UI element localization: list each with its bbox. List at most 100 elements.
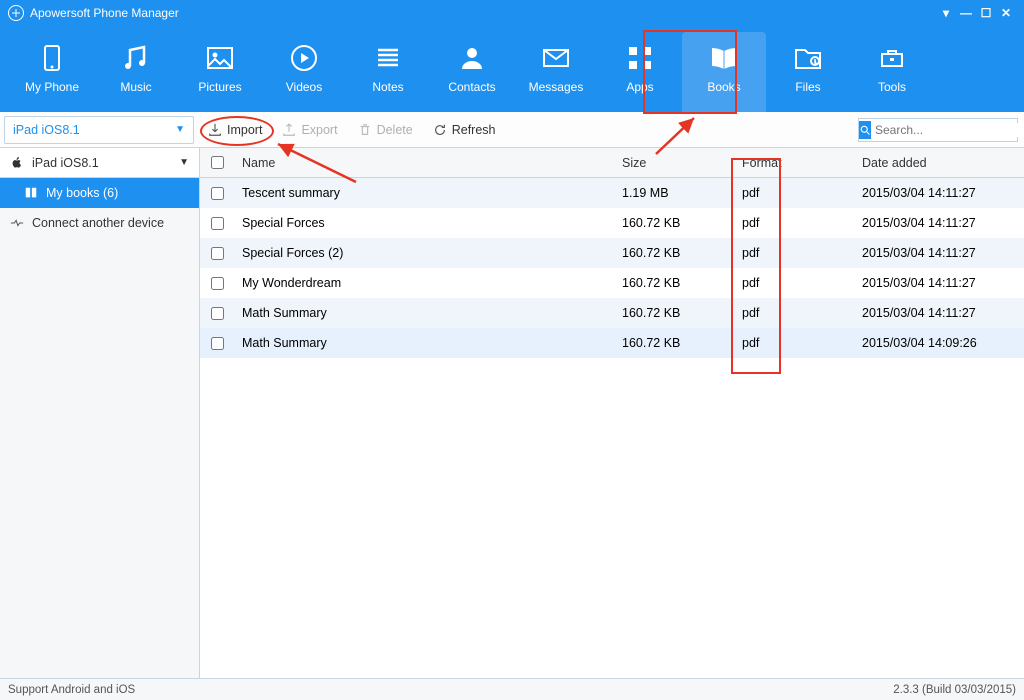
cell-size: 160.72 KB <box>614 336 734 350</box>
nav-myphone[interactable]: My Phone <box>10 32 94 112</box>
chevron-down-icon: ▼ <box>179 157 189 168</box>
sidebar-mybooks-label: My books (6) <box>46 186 118 200</box>
delete-label: Delete <box>377 123 413 137</box>
sidebar-device-header[interactable]: iPad iOS8.1 ▼ <box>0 148 199 178</box>
nav-files-label: Files <box>795 80 820 94</box>
cell-date: 2015/03/04 14:11:27 <box>854 306 1024 320</box>
import-icon <box>208 123 222 137</box>
status-bar: Support Android and iOS 2.3.3 (Build 03/… <box>0 678 1024 700</box>
col-date[interactable]: Date added <box>854 156 1024 170</box>
nav-pictures-label: Pictures <box>198 80 241 94</box>
nav-messages[interactable]: Messages <box>514 32 598 112</box>
refresh-label: Refresh <box>452 123 496 137</box>
app-icon <box>8 5 24 21</box>
table-row[interactable]: Tescent summary1.19 MBpdf2015/03/04 14:1… <box>200 178 1024 208</box>
nav-videos[interactable]: Videos <box>262 32 346 112</box>
connect-icon <box>10 216 24 230</box>
nav-contacts-label: Contacts <box>448 80 495 94</box>
col-name[interactable]: Name <box>234 156 614 170</box>
cell-size: 160.72 KB <box>614 216 734 230</box>
nav-music-label: Music <box>120 80 151 94</box>
messages-icon <box>540 42 572 74</box>
cell-format: pdf <box>734 336 854 350</box>
nav-books[interactable]: Books <box>682 32 766 112</box>
device-select-value: iPad iOS8.1 <box>13 123 80 137</box>
export-icon <box>282 123 296 137</box>
col-size[interactable]: Size <box>614 156 734 170</box>
col-format[interactable]: Format <box>734 156 854 170</box>
music-icon <box>120 42 152 74</box>
main-nav: My Phone Music Pictures Videos Notes Contacts… <box>0 26 1024 112</box>
nav-apps-label: Apps <box>626 80 653 94</box>
sidebar-item-connect[interactable]: Connect another device <box>0 208 199 238</box>
nav-files[interactable]: Files <box>766 32 850 112</box>
row-checkbox[interactable] <box>211 337 224 350</box>
cell-format: pdf <box>734 186 854 200</box>
cell-date: 2015/03/04 14:11:27 <box>854 186 1024 200</box>
nav-books-label: Books <box>707 80 740 94</box>
search-input[interactable] <box>871 123 1024 137</box>
refresh-icon <box>433 123 447 137</box>
maximize-button[interactable]: ☐ <box>976 6 996 20</box>
table-row[interactable]: Special Forces (2)160.72 KBpdf2015/03/04… <box>200 238 1024 268</box>
select-all-checkbox[interactable] <box>211 156 224 169</box>
sidebar: iPad iOS8.1 ▼ My books (6) Connect anoth… <box>0 148 200 678</box>
nav-contacts[interactable]: Contacts <box>430 32 514 112</box>
status-left: Support Android and iOS <box>8 684 135 696</box>
cell-date: 2015/03/04 14:09:26 <box>854 336 1024 350</box>
sidebar-item-mybooks[interactable]: My books (6) <box>0 178 199 208</box>
notes-icon <box>372 42 404 74</box>
nav-apps[interactable]: Apps <box>598 32 682 112</box>
nav-tools-label: Tools <box>878 80 906 94</box>
row-checkbox[interactable] <box>211 277 224 290</box>
sidebar-device-label: iPad iOS8.1 <box>32 156 99 170</box>
app-title: Apowersoft Phone Manager <box>30 6 179 20</box>
book-icon <box>24 186 38 200</box>
nav-music[interactable]: Music <box>94 32 178 112</box>
cell-date: 2015/03/04 14:11:27 <box>854 276 1024 290</box>
videos-icon <box>288 42 320 74</box>
table-row[interactable]: Special Forces160.72 KBpdf2015/03/04 14:… <box>200 208 1024 238</box>
table-row[interactable]: Math Summary160.72 KBpdf2015/03/04 14:09… <box>200 328 1024 358</box>
cell-name: Math Summary <box>234 336 614 350</box>
status-right: 2.3.3 (Build 03/03/2015) <box>893 684 1016 696</box>
table-header: Name Size Format Date added <box>200 148 1024 178</box>
contacts-icon <box>456 42 488 74</box>
cell-format: pdf <box>734 216 854 230</box>
cell-size: 160.72 KB <box>614 276 734 290</box>
books-table: Name Size Format Date added Tescent summ… <box>200 148 1024 678</box>
search-box[interactable]: ✕ <box>858 118 1018 142</box>
tools-icon <box>876 42 908 74</box>
row-checkbox[interactable] <box>211 307 224 320</box>
close-button[interactable]: ✕ <box>996 6 1016 20</box>
table-row[interactable]: My Wonderdream160.72 KBpdf2015/03/04 14:… <box>200 268 1024 298</box>
cell-date: 2015/03/04 14:11:27 <box>854 246 1024 260</box>
table-row[interactable]: Math Summary160.72 KBpdf2015/03/04 14:11… <box>200 298 1024 328</box>
search-icon <box>859 121 871 139</box>
nav-messages-label: Messages <box>529 80 584 94</box>
row-checkbox[interactable] <box>211 247 224 260</box>
import-button[interactable]: Import <box>198 112 272 147</box>
delete-button[interactable]: Delete <box>348 112 423 147</box>
device-select[interactable]: iPad iOS8.1 ▼ <box>4 116 194 144</box>
nav-notes[interactable]: Notes <box>346 32 430 112</box>
apps-icon <box>624 42 656 74</box>
minimize-button[interactable]: — <box>956 6 976 20</box>
cell-date: 2015/03/04 14:11:27 <box>854 216 1024 230</box>
cell-size: 1.19 MB <box>614 186 734 200</box>
apple-icon <box>10 156 24 170</box>
nav-pictures[interactable]: Pictures <box>178 32 262 112</box>
cell-name: Tescent summary <box>234 186 614 200</box>
nav-notes-label: Notes <box>372 80 403 94</box>
toolbar: iPad iOS8.1 ▼ Import Export Delete Refre… <box>0 112 1024 148</box>
window-options-icon[interactable]: ▾ <box>936 6 956 20</box>
row-checkbox[interactable] <box>211 217 224 230</box>
nav-tools[interactable]: Tools <box>850 32 934 112</box>
refresh-button[interactable]: Refresh <box>423 112 506 147</box>
export-button[interactable]: Export <box>272 112 347 147</box>
row-checkbox[interactable] <box>211 187 224 200</box>
myphone-icon <box>36 42 68 74</box>
nav-myphone-label: My Phone <box>25 80 79 94</box>
files-icon <box>792 42 824 74</box>
books-icon <box>708 42 740 74</box>
